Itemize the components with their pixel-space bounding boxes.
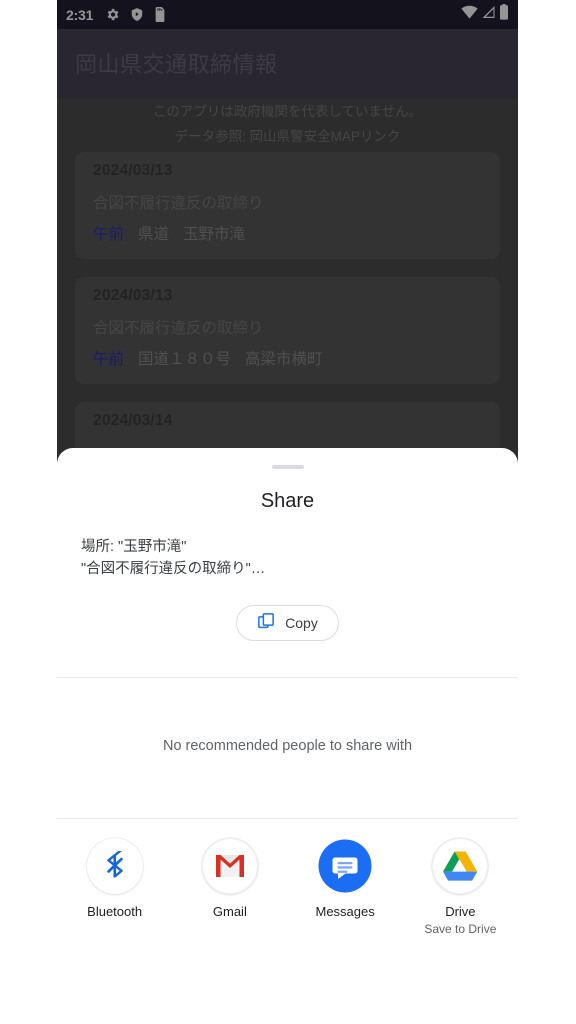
copy-button-label: Copy (285, 615, 318, 631)
share-target-label: Drive (445, 904, 476, 919)
messages-icon (317, 838, 374, 894)
share-target-label: Gmail (212, 904, 247, 919)
share-target-bluetooth[interactable]: Bluetooth (57, 838, 172, 936)
divider (57, 677, 518, 678)
share-target-label: Bluetooth (87, 904, 143, 919)
share-target-label: Messages (315, 904, 375, 919)
share-preview-line-1: 場所: "玉野市滝" (81, 539, 187, 555)
bluetooth-icon (86, 838, 143, 894)
share-preview-text: 場所: "玉野市滝" "合図不履行違反の取締り"… (81, 536, 265, 581)
google-drive-icon (432, 838, 489, 894)
share-target-messages[interactable]: Messages (288, 838, 403, 936)
share-sheet: Share 場所: "玉野市滝" "合図不履行違反の取締り"… Copy No … (57, 448, 518, 1024)
copy-icon (257, 612, 275, 635)
share-target-gmail[interactable]: Gmail (172, 838, 287, 936)
phone-screen: 2:31 岡山県交通取締情報 このアプリは政府機関を代表していません。 データ参… (57, 0, 518, 1024)
sheet-drag-handle[interactable] (271, 465, 304, 469)
share-targets-row: Bluetooth Gmail Messages Drive Save to D… (57, 838, 518, 936)
no-recommended-people-text: No recommended people to share with (162, 738, 413, 754)
share-sheet-title: Share (260, 490, 315, 512)
divider (57, 818, 518, 819)
gmail-icon (201, 838, 258, 894)
share-preview-line-2: "合図不履行違反の取締り"… (81, 561, 266, 578)
copy-button-row: Copy (57, 605, 518, 641)
share-target-sublabel: Save to Drive (424, 922, 497, 936)
copy-button[interactable]: Copy (236, 605, 339, 641)
share-target-drive[interactable]: Drive Save to Drive (403, 838, 518, 936)
